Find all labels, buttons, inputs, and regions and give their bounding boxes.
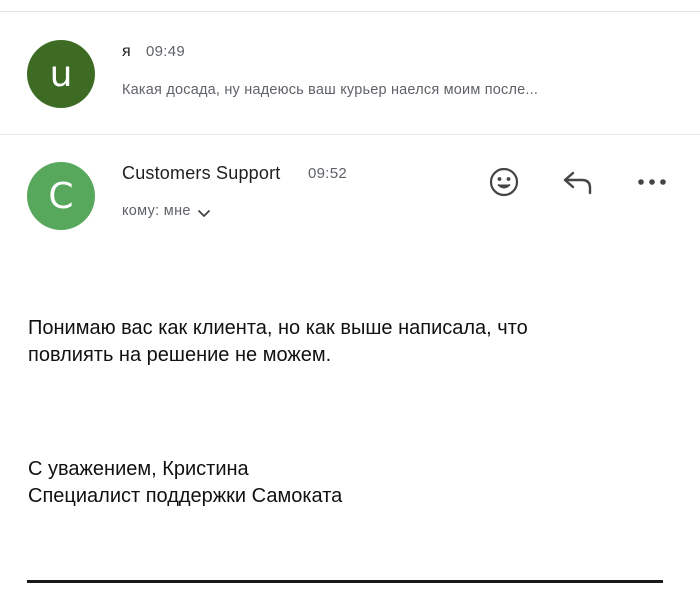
sender-name: Customers Support [122,163,281,183]
sender-avatar: C [27,162,95,230]
message-time: 09:52 [308,165,348,182]
sender-avatar: u [27,40,95,108]
reply-arrow-icon [563,171,592,195]
avatar-letter: u [49,53,73,95]
signature-separator [27,580,663,583]
message-body: Понимаю вас как клиента, но как выше нап… [28,315,668,369]
signature-line: Специалист поддержки Самоката [28,485,343,507]
recipient-label: кому: мне [122,203,191,219]
message-time: 09:49 [146,43,186,60]
body-line: Понимаю вас как клиента, но как выше нап… [28,317,528,339]
more-dots-icon [638,179,666,185]
reply-button[interactable] [556,160,600,204]
message-signature: С уважением, Кристина Специалист поддерж… [28,456,668,510]
body-line: повлиять на решение не можем. [28,344,332,366]
recipient-details-toggle[interactable]: кому: мне [122,203,211,219]
more-options-button[interactable] [630,160,674,204]
message-snippet: Какая досада, ну надеюсь ваш курьер наел… [122,82,539,98]
smiley-face-icon [489,167,519,197]
email-thread: u я 09:49 Какая досада, ну надеюсь ваш к… [0,0,700,595]
add-reaction-button[interactable] [482,160,526,204]
chevron-down-icon [197,210,210,217]
signature-line: С уважением, Кристина [28,458,249,480]
sender-name: я [122,43,131,60]
message-divider [0,134,700,135]
avatar-letter: C [48,175,74,217]
collapsed-message[interactable]: u я 09:49 Какая досада, ну надеюсь ваш к… [0,12,700,134]
